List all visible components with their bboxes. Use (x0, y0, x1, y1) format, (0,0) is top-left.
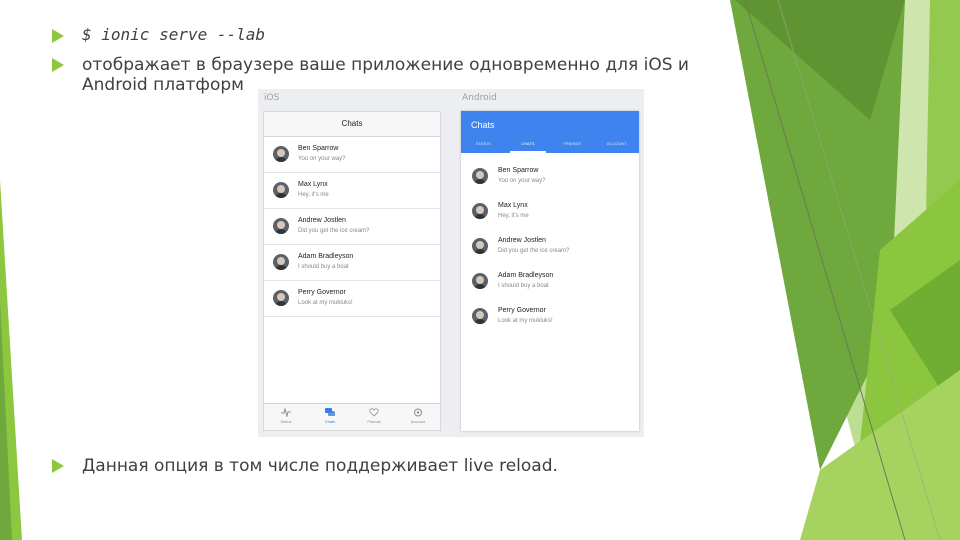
list-item[interactable]: Perry Governor Look at my mukluks! (461, 299, 639, 334)
android-tabs: STATUS CHATS FRIENDS ACCOUNT (461, 135, 639, 153)
list-item[interactable]: Ben Sparrow You on your way? (461, 159, 639, 194)
tab-account[interactable]: ACCOUNT (595, 135, 640, 153)
ionic-lab-screenshot: iOS Android Chats Ben Sparrow You on you… (258, 89, 644, 437)
list-item[interactable]: Ben Sparrow You on your way? (264, 137, 440, 173)
tab-status[interactable]: STATUS (461, 135, 506, 153)
chat-message: Look at my mukluks! (298, 300, 353, 306)
avatar (472, 203, 488, 219)
tab-friends[interactable]: FRIENDS (550, 135, 595, 153)
android-title: Chats (471, 120, 495, 130)
list-item[interactable]: Andrew Jostlen Did you get the ice cream… (264, 209, 440, 245)
tab-account[interactable]: Account (396, 404, 440, 430)
gear-icon (414, 408, 422, 417)
tab-friends[interactable]: Friends (352, 404, 396, 430)
avatar (273, 254, 289, 270)
chat-name: Max Lynx (498, 202, 528, 209)
chat-message: Hey, it's me (298, 192, 329, 198)
bullet-arrow-icon (52, 459, 64, 473)
list-item[interactable]: Adam Bradleyson I should buy a boat (264, 245, 440, 281)
bullet-description-line2: Android платформ (82, 75, 244, 95)
heart-icon (369, 408, 379, 417)
bullet-description-line1: отображает в браузере ваше приложение од… (82, 55, 689, 75)
avatar (472, 168, 488, 184)
list-item[interactable]: Andrew Jostlen Did you get the ice cream… (461, 229, 639, 264)
ios-platform-label: iOS (264, 93, 280, 103)
chat-message: Hey, it's me (498, 213, 529, 219)
list-item[interactable]: Adam Bradleyson I should buy a boat (461, 264, 639, 299)
chat-message: You on your way? (498, 178, 546, 184)
chat-message: Look at my mukluks! (498, 318, 553, 324)
list-item[interactable]: Perry Governor Look at my mukluks! (264, 281, 440, 317)
chat-name: Ben Sparrow (498, 167, 539, 174)
ios-preview: Chats Ben Sparrow You on your way? Max L… (263, 111, 441, 431)
chat-name: Max Lynx (298, 181, 328, 188)
chat-name: Adam Bradleyson (298, 253, 354, 260)
bullet-command-text: $ ionic serve --lab (82, 25, 266, 44)
tab-label: Chats (324, 419, 336, 424)
chat-message: Did you get the ice cream? (298, 228, 370, 234)
avatar (472, 273, 488, 289)
chat-name: Ben Sparrow (298, 145, 339, 152)
tab-label: Status (280, 419, 292, 424)
chat-message: Did you get the ice cream? (498, 248, 570, 254)
list-item[interactable]: Max Lynx Hey, it's me (264, 173, 440, 209)
tab-status[interactable]: Status (264, 404, 308, 430)
pulse-icon (281, 408, 291, 417)
avatar (273, 290, 289, 306)
bullet-arrow-icon (52, 29, 64, 43)
avatar (273, 182, 289, 198)
list-item[interactable]: Max Lynx Hey, it's me (461, 194, 639, 229)
bullet-live-reload-text: Данная опция в том числе поддерживает li… (82, 456, 558, 476)
avatar (273, 218, 289, 234)
chat-bubbles-icon (325, 408, 335, 416)
chat-name: Andrew Jostlen (498, 237, 546, 244)
chat-message: I should buy a boat (498, 283, 549, 289)
tab-chats[interactable]: CHATS (506, 135, 551, 153)
chat-name: Andrew Jostlen (298, 217, 346, 224)
avatar (472, 238, 488, 254)
bullet-arrow-icon (52, 58, 64, 72)
android-platform-label: Android (462, 93, 497, 103)
chat-name: Adam Bradleyson (498, 272, 554, 279)
avatar (273, 146, 289, 162)
ios-nav-title: Chats (264, 112, 440, 137)
chat-message: You on your way? (298, 156, 346, 162)
tab-label: Account (410, 419, 426, 424)
avatar (472, 308, 488, 324)
tab-chats[interactable]: Chats (308, 404, 352, 430)
ios-tab-bar: Status Chats Friends Account (264, 403, 440, 430)
android-toolbar: Chats STATUS CHATS FRIENDS ACCOUNT (461, 111, 639, 153)
chat-name: Perry Governor (298, 289, 346, 296)
android-preview: Chats STATUS CHATS FRIENDS ACCOUNT Ben S… (461, 111, 639, 431)
tab-label: Friends (367, 419, 381, 424)
chat-message: I should buy a boat (298, 264, 349, 270)
chat-name: Perry Governor (498, 307, 546, 314)
